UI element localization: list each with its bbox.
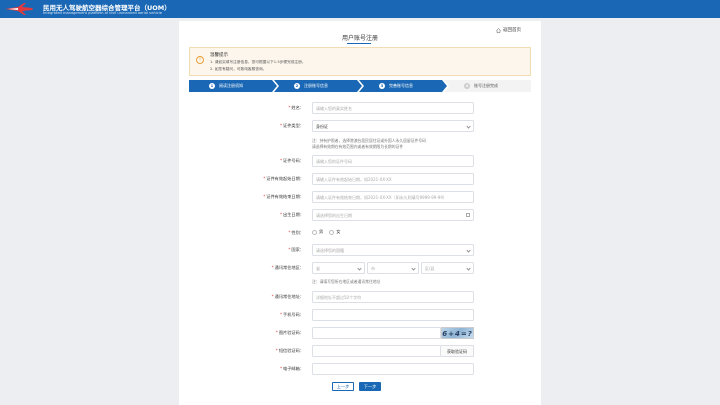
step-number: 2 <box>295 83 299 88</box>
phone-label: 手机号码 <box>283 312 300 317</box>
gender-label: 性别 <box>291 230 300 235</box>
chevron-down-icon <box>357 266 362 271</box>
step-number: 4 <box>464 83 470 89</box>
address-detail-label: 通讯常住地址 <box>274 294 300 299</box>
home-icon <box>496 27 501 33</box>
chevron-down-icon <box>466 124 471 129</box>
name-input[interactable]: 请输入您的真实姓名 <box>312 102 474 114</box>
form-row-name: *姓名： 请输入您的真实姓名 <box>179 102 541 115</box>
step-number: 3 <box>380 83 384 88</box>
chevron-down-icon <box>411 266 416 271</box>
notice-box: ! 温馨提示 1. 请如实填写注册信息，您可根据以下1-5步骤完成注册。 2. … <box>189 47 531 76</box>
valid-end-input[interactable]: 请输入证件有效结束日期，如2021-XX-XX（如永久则填写9999-99-99… <box>312 191 474 203</box>
email-label: 电子邮箱 <box>283 366 300 371</box>
form-row-gender: *性别： 男 女 <box>288 229 341 235</box>
calendar-icon <box>466 213 470 217</box>
birth-date-label: 出生日期 <box>283 212 300 217</box>
form-row-valid-end: *证件有效结束日期： 请输入证件有效结束日期，如2021-XX-XX（如永久则填… <box>179 191 541 204</box>
chevron-down-icon <box>466 248 471 253</box>
city-select[interactable]: 市 <box>367 262 419 274</box>
step-label: 账号注册完成 <box>474 83 498 88</box>
address-detail-input[interactable]: 详细地址不超过50个字符 <box>312 291 474 303</box>
id-type-select[interactable]: 身份证 <box>312 120 474 132</box>
title-underline <box>347 43 371 44</box>
id-number-label: 证件号码 <box>283 158 300 163</box>
airplane-logo-icon <box>5 3 33 15</box>
prev-step-button[interactable]: 上一步 <box>332 382 354 391</box>
radio-circle-icon <box>312 229 317 235</box>
notice-title: 温馨提示 <box>210 53 228 58</box>
captcha-image[interactable]: 6+4=? <box>441 327 474 339</box>
step-1: 1 阅读注册须知 <box>189 80 277 92</box>
birth-date-input[interactable]: 请选择您的出生日期 <box>312 209 474 221</box>
gender-radio-male[interactable]: 男 <box>312 229 323 235</box>
info-icon: ! <box>196 56 204 64</box>
gender-option-label: 女 <box>336 229 341 234</box>
form-row-captcha: *图片验证码： 6+4=? <box>179 327 541 340</box>
nationality-select[interactable]: 请选择您的国籍 <box>312 244 474 256</box>
id-number-input[interactable]: 请输入您的证件号码 <box>312 155 474 167</box>
captcha-label: 图片验证码 <box>278 330 300 335</box>
phone-input[interactable] <box>312 309 474 321</box>
get-sms-code-button[interactable]: 获取验证码 <box>441 345 474 357</box>
registration-card: 返回首页 用户账号注册 ! 温馨提示 1. 请如实填写注册信息，您可根据以下1-… <box>179 21 541 405</box>
province-select[interactable]: 省 <box>312 262 365 274</box>
form-row-nationality: *国家： 请选择您的国籍 <box>179 244 541 257</box>
valid-start-label: 证件有效起始日期 <box>266 176 300 181</box>
district-placeholder: 区/县 <box>425 266 435 271</box>
step-label: 完善账号信息 <box>389 83 413 88</box>
sms-code-label: 短信验证码 <box>278 348 300 353</box>
district-select[interactable]: 区/县 <box>421 262 474 274</box>
nationality-placeholder: 请选择您的国籍 <box>316 248 344 253</box>
step-label: 注册账号信息 <box>304 83 328 88</box>
step-progress: 1 阅读注册须知 2 注册账号信息 3 完善账号信息 4 账号注册完成 <box>189 80 531 92</box>
valid-end-label: 证件有效结束日期 <box>266 194 300 199</box>
step-4: 4 账号注册完成 <box>444 80 531 92</box>
form-row-birth-date: *出生日期： 请选择您的出生日期 <box>179 209 541 222</box>
notice-line: 2. 如您有疑问，可致电客服咨询。 <box>210 67 267 71</box>
step-2: 2 注册账号信息 <box>274 80 362 92</box>
step-number: 1 <box>210 83 214 88</box>
id-type-hint: 请选择有效期在有效范围内或者有效期限为长期的证件 <box>312 144 404 149</box>
chevron-down-icon <box>466 266 471 271</box>
page-title: 用户账号注册 <box>341 35 378 42</box>
gender-radio-female[interactable]: 女 <box>329 229 340 235</box>
birth-date-placeholder: 请选择您的出生日期 <box>316 213 352 218</box>
notice-line: 1. 请如实填写注册信息，您可根据以下1-5步骤完成注册。 <box>210 60 306 64</box>
form-row-id-type: *证件类型： 身份证 <box>179 120 541 133</box>
id-type-value: 身份证 <box>316 124 328 129</box>
app-subtitle: Integrated management platform of civil … <box>43 10 162 15</box>
nationality-label: 国家 <box>291 247 300 252</box>
id-type-label: 证件类型 <box>283 123 300 128</box>
email-input[interactable] <box>312 363 474 375</box>
form-row-address-detail: *通讯常住地址： 详细地址不超过50个字符 <box>179 291 541 304</box>
sms-code-input[interactable] <box>312 345 441 357</box>
step-3: 3 完善账号信息 <box>359 80 447 92</box>
valid-start-input[interactable]: 请输入证件有效起始日期，如2021-XX-XX <box>312 173 474 185</box>
form-row-valid-start: *证件有效起始日期： 请输入证件有效起始日期，如2021-XX-XX <box>179 173 541 186</box>
name-label: 姓名 <box>291 105 300 110</box>
address-label: 通讯常住地区 <box>274 265 300 270</box>
form-row-id-number: *证件号码： 请输入您的证件号码 <box>179 155 541 168</box>
captcha-input[interactable] <box>312 327 441 339</box>
gender-option-label: 男 <box>319 229 324 234</box>
city-placeholder: 市 <box>371 266 375 271</box>
gender-radio-group: 男 女 <box>312 229 340 235</box>
form-row-sms: *短信验证码： 获取验证码 <box>179 345 541 358</box>
app-header: 民用无人驾驶航空器综合管理平台（UOM） Integrated manageme… <box>0 0 720 18</box>
step-label: 阅读注册须知 <box>219 83 243 88</box>
form-row-email: *电子邮箱： <box>179 363 541 376</box>
form-row-phone: *手机号码： <box>179 309 541 322</box>
radio-circle-icon <box>329 229 335 235</box>
form-row-address: *通讯常住地区： 省 市 区/县 <box>179 262 541 275</box>
province-placeholder: 省 <box>316 266 320 271</box>
address-hint: 注：请填写您所在地区或者通讯常住地址 <box>312 279 381 284</box>
next-step-button[interactable]: 下一步 <box>359 382 381 391</box>
